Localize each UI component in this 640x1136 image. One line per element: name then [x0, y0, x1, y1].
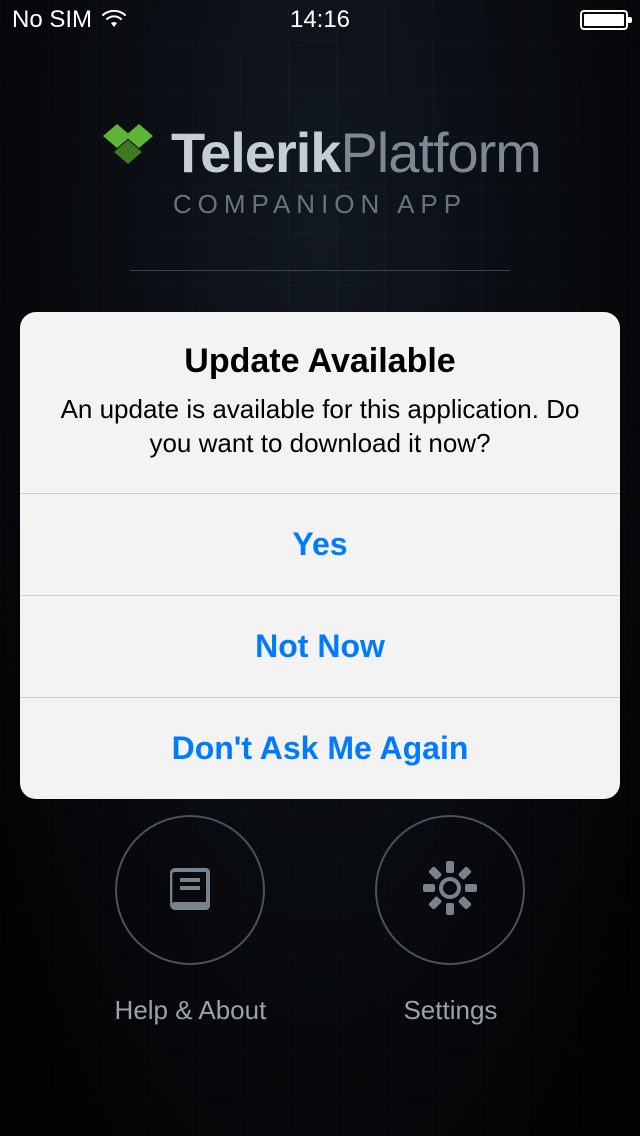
settings-button[interactable]: Settings — [375, 815, 525, 1026]
brand-name-light: Platform — [340, 121, 541, 184]
help-about-label: Help & About — [115, 995, 267, 1026]
gear-icon — [419, 857, 481, 924]
settings-label: Settings — [403, 995, 497, 1026]
carrier-label: No SIM — [12, 6, 92, 34]
battery-icon — [580, 10, 628, 30]
alert-dont-ask-button[interactable]: Don't Ask Me Again — [20, 697, 620, 799]
book-icon — [160, 858, 220, 923]
update-alert: Update Available An update is available … — [20, 312, 620, 799]
telerik-logo-icon — [99, 124, 157, 181]
divider — [130, 270, 510, 271]
wifi-icon — [102, 6, 126, 34]
alert-not-now-button[interactable]: Not Now — [20, 595, 620, 697]
status-bar: No SIM 14:16 — [0, 0, 640, 40]
brand-name-bold: Telerik — [171, 121, 340, 184]
brand-name: TelerikPlatform — [171, 120, 541, 185]
alert-title: Update Available — [50, 342, 590, 381]
alert-message: An update is available for this applicat… — [50, 393, 590, 461]
brand-subtitle: COMPANION APP — [0, 189, 640, 220]
alert-yes-button[interactable]: Yes — [20, 493, 620, 595]
help-about-button[interactable]: Help & About — [115, 815, 267, 1026]
clock: 14:16 — [290, 6, 350, 34]
app-logo-block: TelerikPlatform COMPANION APP — [0, 120, 640, 271]
